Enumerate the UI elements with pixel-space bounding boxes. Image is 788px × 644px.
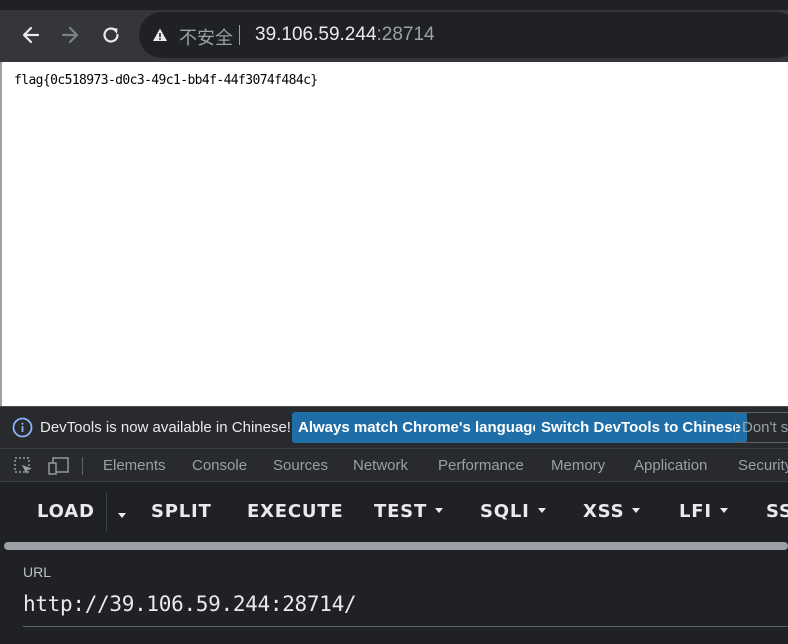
xss-label: XSS: [583, 501, 625, 522]
tab-application[interactable]: Application: [634, 457, 707, 474]
sqli-label: SQLI: [480, 501, 530, 522]
chevron-down-icon: [632, 507, 641, 513]
execute-button[interactable]: EXECUTE: [247, 501, 343, 522]
xss-menu[interactable]: XSS: [583, 501, 641, 522]
always-match-language-button[interactable]: Always match Chrome's language: [292, 412, 547, 443]
devtools-tab-bar: Elements Console Sources Network Perform…: [0, 448, 788, 482]
arrow-right-icon: [61, 26, 79, 44]
address-bar[interactable]: 不安全 39.106.59.244:28714: [139, 12, 788, 58]
page-content: flag{0c518973-d0c3-49c1-bb4f-44f3074f484…: [2, 62, 788, 406]
ssti-menu[interactable]: SS: [766, 501, 788, 522]
tab-memory[interactable]: Memory: [551, 457, 605, 474]
reload-icon: [103, 27, 119, 43]
arrow-left-icon: [22, 26, 40, 44]
load-button[interactable]: LOAD: [37, 501, 95, 522]
tab-strip: [0, 0, 788, 10]
flag-text: flag{0c518973-d0c3-49c1-bb4f-44f3074f484…: [14, 73, 318, 88]
load-options-dropdown[interactable]: [110, 506, 126, 527]
switch-to-chinese-button[interactable]: Switch DevTools to Chinese: [535, 412, 747, 443]
reload-button[interactable]: [96, 20, 126, 50]
back-button[interactable]: [16, 20, 46, 50]
lfi-menu[interactable]: LFI: [679, 501, 728, 522]
warning-icon[interactable]: [152, 27, 168, 43]
url-field-label: URL: [23, 564, 52, 580]
tab-performance[interactable]: Performance: [438, 457, 524, 474]
horizontal-scrollbar[interactable]: [4, 542, 788, 550]
sqli-menu[interactable]: SQLI: [480, 501, 546, 522]
address-url[interactable]: 39.106.59.244:28714: [255, 24, 435, 46]
chevron-down-icon: [537, 507, 546, 513]
url-field-underline: [23, 626, 788, 627]
test-menu[interactable]: TEST: [374, 501, 444, 522]
test-label: TEST: [374, 501, 428, 522]
chevron-down-icon: [435, 507, 444, 513]
hackbar-toolbar: LOAD SPLIT EXECUTE TEST SQLI XSS LFI SS: [0, 482, 788, 542]
chevron-down-icon: [118, 512, 126, 518]
browser-toolbar: 不安全 39.106.59.244:28714: [0, 0, 788, 62]
load-divider: [106, 492, 107, 532]
tab-network[interactable]: Network: [353, 457, 408, 474]
tab-elements[interactable]: Elements: [103, 457, 166, 474]
hackbar-panel: LOAD SPLIT EXECUTE TEST SQLI XSS LFI SS …: [0, 482, 788, 644]
address-separator: [239, 25, 240, 45]
tab-sources[interactable]: Sources: [273, 457, 328, 474]
url-port: :28714: [376, 24, 435, 45]
url-field[interactable]: http://39.106.59.244:28714/: [23, 592, 357, 616]
lfi-label: LFI: [679, 501, 712, 522]
info-icon: [12, 417, 33, 438]
forward-button[interactable]: [55, 20, 85, 50]
url-host: 39.106.59.244: [255, 24, 377, 45]
not-secure-label[interactable]: 不安全: [179, 24, 233, 50]
split-button[interactable]: SPLIT: [151, 501, 212, 522]
dont-show-again-button[interactable]: Don't s: [735, 412, 788, 443]
tab-console[interactable]: Console: [192, 457, 247, 474]
tab-bar-separator: [82, 457, 83, 475]
devtools-language-infobar: DevTools is now available in Chinese! Al…: [0, 406, 788, 448]
tab-security[interactable]: Security: [738, 457, 788, 474]
device-toolbar-icon[interactable]: [48, 457, 70, 475]
inspect-element-icon[interactable]: [14, 457, 34, 475]
infobar-message: DevTools is now available in Chinese!: [40, 419, 291, 436]
chevron-down-icon: [719, 507, 728, 513]
